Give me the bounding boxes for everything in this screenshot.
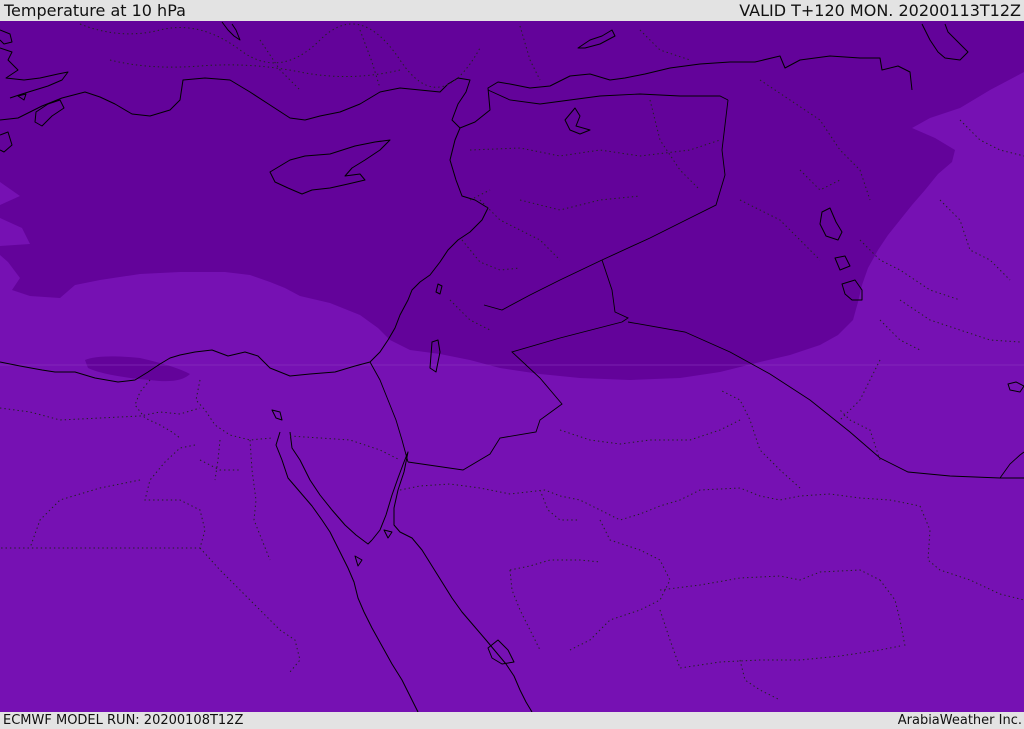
map-title: Temperature at 10 hPa — [4, 1, 186, 20]
credit-text: ArabiaWeather Inc. — [897, 713, 1022, 728]
header-bar: Temperature at 10 hPa VALID T+120 MON. 2… — [0, 0, 1024, 21]
valid-time: VALID T+120 MON. 20200113T12Z — [739, 1, 1021, 20]
map-canvas — [0, 21, 1024, 712]
footer-bar: ECMWF MODEL RUN: 20200108T12Z ArabiaWeat… — [0, 712, 1024, 729]
weather-map[interactable] — [0, 21, 1024, 712]
model-run: ECMWF MODEL RUN: 20200108T12Z — [3, 713, 244, 728]
